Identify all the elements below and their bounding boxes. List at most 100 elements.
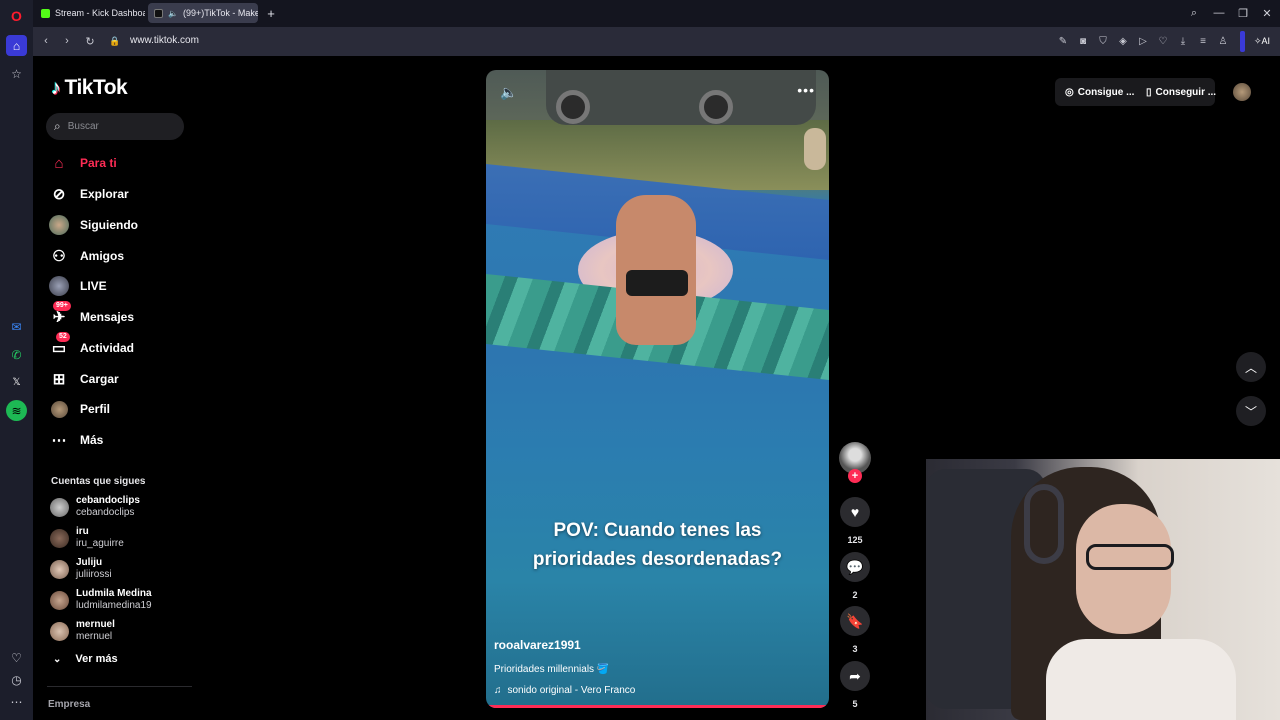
- nav-perfil[interactable]: Perfil: [49, 398, 110, 420]
- account-name: Ludmila Medina: [76, 588, 152, 599]
- get-app-button[interactable]: ▯ Conseguir ...: [1146, 78, 1216, 106]
- nav-actividad[interactable]: ▭ 52 Actividad: [49, 332, 134, 359]
- nav-para-ti[interactable]: ⌂ Para ti: [49, 152, 116, 174]
- share-count: 5: [852, 699, 858, 709]
- more-icon[interactable]: ⋯: [6, 691, 27, 712]
- tiktok-logo[interactable]: ♪ TikTok: [51, 76, 128, 100]
- search-box[interactable]: ⌕: [46, 113, 184, 140]
- close-icon[interactable]: ✕: [1259, 5, 1275, 21]
- nav-siguiendo[interactable]: Siguiendo: [49, 214, 138, 236]
- get-app-label: Conseguir ...: [1155, 86, 1217, 98]
- speaker-icon[interactable]: 🔈: [168, 9, 178, 18]
- like-button[interactable]: ♥ 125: [838, 497, 872, 545]
- search-input[interactable]: [67, 121, 168, 132]
- nav-label: Explorar: [80, 187, 129, 201]
- tab-kick[interactable]: Stream - Kick Dashboard: [35, 3, 145, 23]
- nav-label: Cargar: [80, 372, 119, 386]
- x-twitter-icon[interactable]: 𝕏: [6, 372, 27, 393]
- camera-icon[interactable]: ◙: [1076, 34, 1090, 48]
- forward-icon[interactable]: ›: [59, 33, 75, 49]
- download-icon[interactable]: ⤓: [1176, 34, 1190, 48]
- get-coins-button[interactable]: ◎ Consigue ...: [1065, 78, 1134, 106]
- profile-avatar[interactable]: [1233, 83, 1251, 101]
- volume-icon[interactable]: 🔈: [500, 84, 517, 101]
- opera-logo-icon[interactable]: O: [6, 5, 27, 26]
- footer-company-link[interactable]: Empresa: [48, 699, 90, 710]
- url-field[interactable]: www.tiktok.com: [130, 35, 199, 46]
- star-icon[interactable]: ☆: [6, 63, 27, 84]
- nav-label: LIVE: [80, 279, 107, 293]
- messenger-icon[interactable]: ✉: [6, 316, 27, 337]
- avatar: [50, 590, 69, 610]
- follow-plus-icon[interactable]: +: [848, 469, 862, 483]
- live-icon: [49, 276, 69, 296]
- back-icon[interactable]: ‹: [38, 33, 54, 49]
- video-description: Prioridades millennials 🪣: [494, 664, 610, 675]
- tab-tiktok[interactable]: 🔈 (99+)TikTok - Make Yo: [148, 3, 258, 23]
- nav-label: Más: [80, 433, 104, 447]
- search-icon[interactable]: ⌕: [1186, 5, 1202, 21]
- more-options-icon[interactable]: •••: [797, 82, 815, 98]
- messages-icon: ✈ 99+: [49, 301, 71, 327]
- tab-label: (99+)TikTok - Make Yo: [182, 8, 258, 18]
- menu-icon[interactable]: ≡: [1196, 34, 1210, 48]
- account-item[interactable]: iru iru_aguirre: [50, 525, 124, 551]
- messages-badge: 99+: [53, 301, 71, 311]
- heart-icon[interactable]: ♡: [6, 647, 27, 668]
- restore-icon[interactable]: ❐: [1235, 5, 1251, 21]
- lock-icon[interactable]: 🔒: [107, 33, 123, 49]
- see-more-button[interactable]: ⌄ Ver más: [53, 653, 118, 665]
- nav-label: Siguiendo: [80, 218, 138, 232]
- next-video-button[interactable]: ﹀: [1236, 396, 1266, 426]
- account-handle: mernuel: [76, 631, 113, 642]
- whatsapp-icon[interactable]: ✆: [6, 344, 27, 365]
- webcam-shirt: [1046, 639, 1236, 720]
- account-handle: cebandoclips: [76, 507, 135, 518]
- tiktok-note-icon: ♪: [51, 76, 61, 99]
- heart-icon[interactable]: ♡: [1156, 34, 1170, 48]
- avatar: [50, 528, 69, 548]
- like-count: 125: [847, 535, 863, 545]
- account-icon[interactable]: ♙: [1216, 34, 1230, 48]
- previous-video-button[interactable]: ︿: [1236, 352, 1266, 382]
- account-name: iru: [76, 526, 89, 537]
- play-icon[interactable]: ▷: [1136, 34, 1150, 48]
- nav-explorar[interactable]: ⊘ Explorar: [49, 183, 129, 205]
- home-icon[interactable]: ⌂: [6, 35, 27, 56]
- progress-bar[interactable]: [486, 705, 829, 708]
- music-note-icon: ♫: [494, 685, 502, 696]
- account-item[interactable]: Ludmila Medina ludmilamedina19: [50, 587, 152, 613]
- video-player[interactable]: 🔈 ••• POV: Cuando tenes las prioridades …: [486, 70, 829, 708]
- nav-label: Amigos: [80, 249, 125, 263]
- compass-icon: ⊘: [52, 186, 66, 203]
- following-title: Cuentas que sigues: [51, 476, 146, 487]
- vpn-icon[interactable]: ◈: [1116, 34, 1130, 48]
- nav-live[interactable]: LIVE: [49, 275, 107, 297]
- video-username[interactable]: rooalvarez1991: [494, 638, 581, 652]
- video-sound[interactable]: ♫ sonido original - Vero Franco: [494, 685, 635, 696]
- nav-cargar[interactable]: ⊞ Cargar: [49, 368, 119, 390]
- nav-mensajes[interactable]: ✈ 99+ Mensajes: [49, 301, 134, 328]
- account-item[interactable]: Juliju juliirossi: [50, 556, 112, 582]
- save-button[interactable]: 🔖 3: [838, 606, 872, 654]
- tab-label: Stream - Kick Dashboard: [55, 8, 145, 18]
- reload-icon[interactable]: ↻: [82, 33, 98, 49]
- minimize-icon[interactable]: —: [1211, 5, 1227, 21]
- comment-button[interactable]: 💬 2: [838, 552, 872, 600]
- history-icon[interactable]: ◷: [6, 669, 27, 690]
- ai-accent-bar: [1240, 31, 1245, 52]
- account-item[interactable]: mernuel mernuel: [50, 618, 115, 644]
- caption-line: POV: Cuando tenes las: [553, 520, 762, 541]
- ai-button[interactable]: ✧ AI: [1249, 34, 1275, 48]
- spotify-icon[interactable]: ≋: [6, 400, 27, 421]
- new-tab-button[interactable]: +: [262, 3, 280, 23]
- bookmark-icon: 🔖: [840, 606, 870, 636]
- video-scene-wheel: [699, 90, 733, 124]
- shield-icon[interactable]: ⛉: [1096, 34, 1110, 48]
- share-button[interactable]: ➦ 5: [838, 661, 872, 709]
- account-handle: iru_aguirre: [76, 538, 124, 549]
- edit-icon[interactable]: ✎: [1056, 34, 1070, 48]
- nav-amigos[interactable]: ⚇ Amigos: [49, 245, 124, 267]
- account-item[interactable]: cebandoclips cebandoclips: [50, 494, 140, 520]
- nav-mas[interactable]: ⋯ Más: [49, 429, 104, 451]
